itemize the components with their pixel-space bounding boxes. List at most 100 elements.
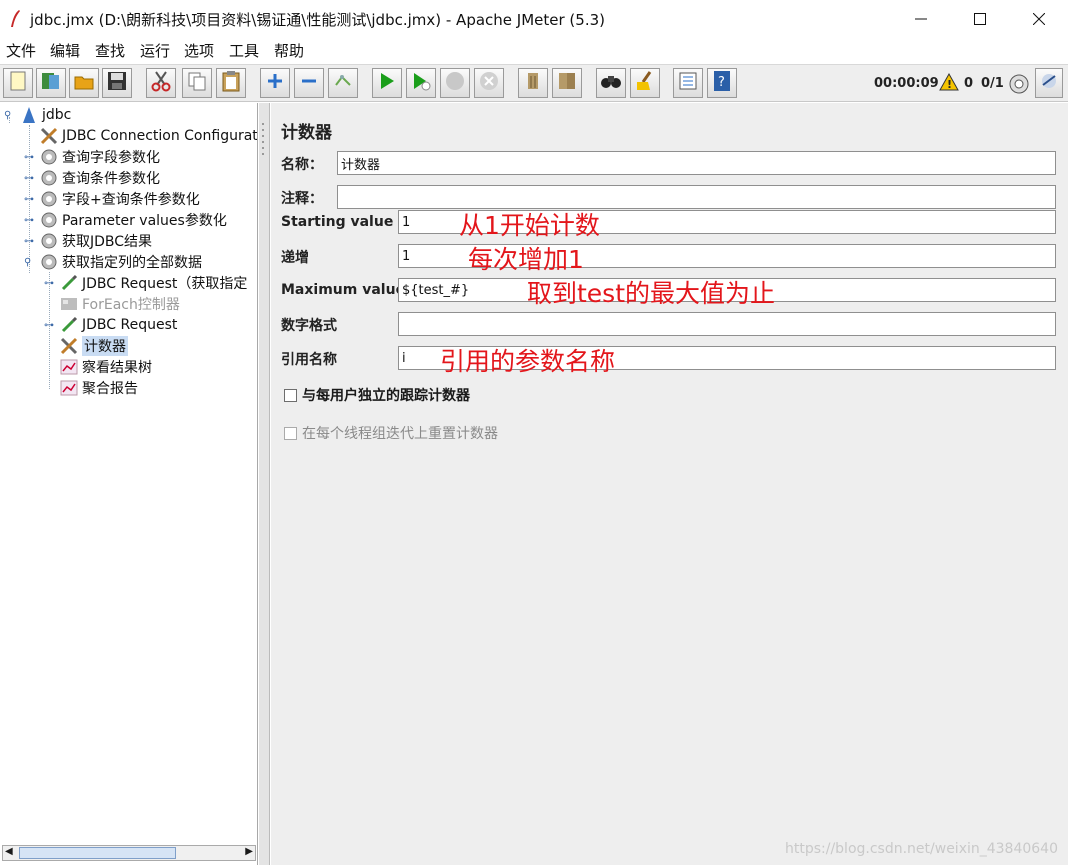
tree-node-aggregate-report[interactable]: 聚合报告	[60, 378, 138, 398]
menu-file[interactable]: 文件	[6, 40, 36, 61]
menu-search[interactable]: 查找	[95, 40, 125, 61]
clear-all-icon	[556, 70, 578, 96]
tree-toggle-icon[interactable]: ⊶	[24, 194, 34, 205]
test-plan-icon	[20, 106, 38, 124]
menu-options[interactable]: 选项	[184, 40, 214, 61]
menu-tools[interactable]: 工具	[229, 40, 259, 61]
tree-toggle-icon[interactable]: ⊶	[24, 236, 34, 247]
cut-icon	[151, 70, 171, 96]
number-format-input[interactable]	[398, 312, 1056, 336]
templates-button[interactable]	[36, 68, 66, 98]
tree-toggle-icon[interactable]: ⊶	[24, 173, 34, 184]
function-helper-button[interactable]	[673, 68, 703, 98]
sampler-pipette-icon	[60, 316, 78, 334]
config-tools-icon	[40, 127, 58, 145]
panel-title: 计数器	[281, 123, 332, 143]
save-icon	[107, 71, 127, 95]
menu-bar: 文件 编辑 查找 运行 选项 工具 帮助	[0, 38, 1068, 62]
test-plan-tree: ⚲ jdbc JDBC Connection Configuratio ⊶ 查询…	[0, 103, 258, 865]
shutdown-button[interactable]	[474, 68, 504, 98]
comment-input[interactable]	[337, 185, 1056, 209]
expand-icon	[266, 72, 284, 94]
jmeter-feather-icon	[9, 9, 21, 29]
sampler-pipette-icon	[60, 274, 78, 292]
watermark: https://blog.csdn.net/weixin_43840640	[784, 841, 1058, 857]
clear-icon	[523, 70, 543, 96]
tree-node-thread-group[interactable]: Parameter values参数化	[40, 210, 227, 230]
panel-splitter[interactable]	[259, 103, 270, 865]
name-input[interactable]	[337, 151, 1056, 175]
checkbox-box[interactable]	[284, 426, 297, 440]
tree-node-jdbc-request-2[interactable]: JDBC Request	[60, 315, 177, 335]
scrollbar-thumb[interactable]	[19, 847, 176, 859]
start-no-pause-button[interactable]	[406, 68, 436, 98]
open-button[interactable]	[69, 68, 99, 98]
scroll-right-icon[interactable]: ▶	[245, 846, 253, 857]
tree-node-jdbc-request[interactable]: JDBC Request（获取指定	[60, 273, 247, 293]
open-icon	[73, 71, 95, 95]
log-viewer-button[interactable]	[1035, 68, 1063, 98]
tree-toggle-icon[interactable]: ⊶	[44, 278, 54, 289]
tree-horizontal-scrollbar[interactable]: ◀ ▶	[2, 845, 256, 861]
menu-edit[interactable]: 编辑	[50, 40, 80, 61]
window-titlebar: jdbc.jmx (D:\朗新科技\项目资料\锡证通\性能测试\jdbc.jmx…	[0, 0, 1068, 38]
tree-node-foreach-controller[interactable]: ForEach控制器	[60, 294, 180, 314]
new-icon	[9, 71, 27, 95]
comment-label: 注释：	[281, 191, 323, 207]
tree-toggle-icon[interactable]: ⚲	[24, 257, 31, 268]
minimize-button[interactable]	[898, 6, 944, 32]
templates-icon	[40, 71, 62, 95]
tree-toggle-jdbc[interactable]: ⚲	[4, 110, 11, 121]
tree-node-jdbc-connection[interactable]: JDBC Connection Configuratio	[40, 126, 257, 146]
tree-node-counter[interactable]: 计数器	[60, 336, 128, 356]
clear-button[interactable]	[518, 68, 548, 98]
starting-value-label: Starting value	[281, 214, 394, 230]
controller-icon	[60, 295, 78, 313]
new-button[interactable]	[3, 68, 33, 98]
tree-toggle-icon[interactable]: ⊶	[24, 215, 34, 226]
cut-button[interactable]	[146, 68, 176, 98]
copy-button[interactable]	[182, 68, 212, 98]
reset-search-button[interactable]	[630, 68, 660, 98]
search-button[interactable]	[596, 68, 626, 98]
start-button[interactable]	[372, 68, 402, 98]
reference-name-label: 引用名称	[281, 352, 337, 368]
menu-run[interactable]: 运行	[140, 40, 170, 61]
maximum-value-label: Maximum value	[281, 282, 406, 298]
warning-icon[interactable]: !	[939, 72, 959, 95]
expand-all-button[interactable]	[260, 68, 290, 98]
thread-group-gear-icon	[40, 169, 58, 187]
tree-toggle-icon[interactable]: ⊶	[24, 152, 34, 163]
window-title: jdbc.jmx (D:\朗新科技\项目资料\锡证通\性能测试\jdbc.jmx…	[30, 11, 605, 29]
collapse-all-button[interactable]	[294, 68, 324, 98]
annotation-start: 从1开始计数	[459, 211, 600, 240]
help-button[interactable]: ?	[707, 68, 737, 98]
collapse-icon	[300, 72, 318, 94]
clear-all-button[interactable]	[552, 68, 582, 98]
per-user-counter-checkbox[interactable]: 与每用户独立的跟踪计数器	[284, 385, 470, 405]
save-button[interactable]	[102, 68, 132, 98]
close-button[interactable]	[1016, 6, 1062, 32]
annotation-ref: 引用的参数名称	[440, 347, 616, 376]
reset-per-iteration-checkbox[interactable]: 在每个线程组迭代上重置计数器	[284, 423, 498, 443]
svg-text:?: ?	[718, 75, 725, 90]
tree-node-thread-group[interactable]: 获取指定列的全部数据	[40, 252, 202, 272]
paste-button[interactable]	[216, 68, 246, 98]
scroll-left-icon[interactable]: ◀	[5, 846, 13, 857]
thread-group-gear-icon	[40, 190, 58, 208]
toggle-button[interactable]	[328, 68, 358, 98]
checkbox-box[interactable]	[284, 388, 297, 402]
tree-node-view-results-tree[interactable]: 察看结果树	[60, 357, 152, 377]
tree-node-thread-group[interactable]: 查询条件参数化	[40, 168, 160, 188]
menu-help[interactable]: 帮助	[274, 40, 304, 61]
tree-node-thread-group[interactable]: 获取JDBC结果	[40, 231, 152, 251]
reset-search-icon	[634, 70, 656, 96]
stop-button[interactable]	[440, 68, 470, 98]
paste-icon	[221, 70, 241, 96]
tree-node-thread-group[interactable]: 查询字段参数化	[40, 147, 160, 167]
elapsed-time: 00:00:09	[874, 76, 939, 91]
tree-node-thread-group[interactable]: 字段+查询条件参数化	[40, 189, 200, 209]
tree-toggle-icon[interactable]: ⊶	[44, 320, 54, 331]
tree-node-test-plan[interactable]: jdbc	[20, 105, 71, 125]
maximize-button[interactable]	[957, 6, 1003, 32]
